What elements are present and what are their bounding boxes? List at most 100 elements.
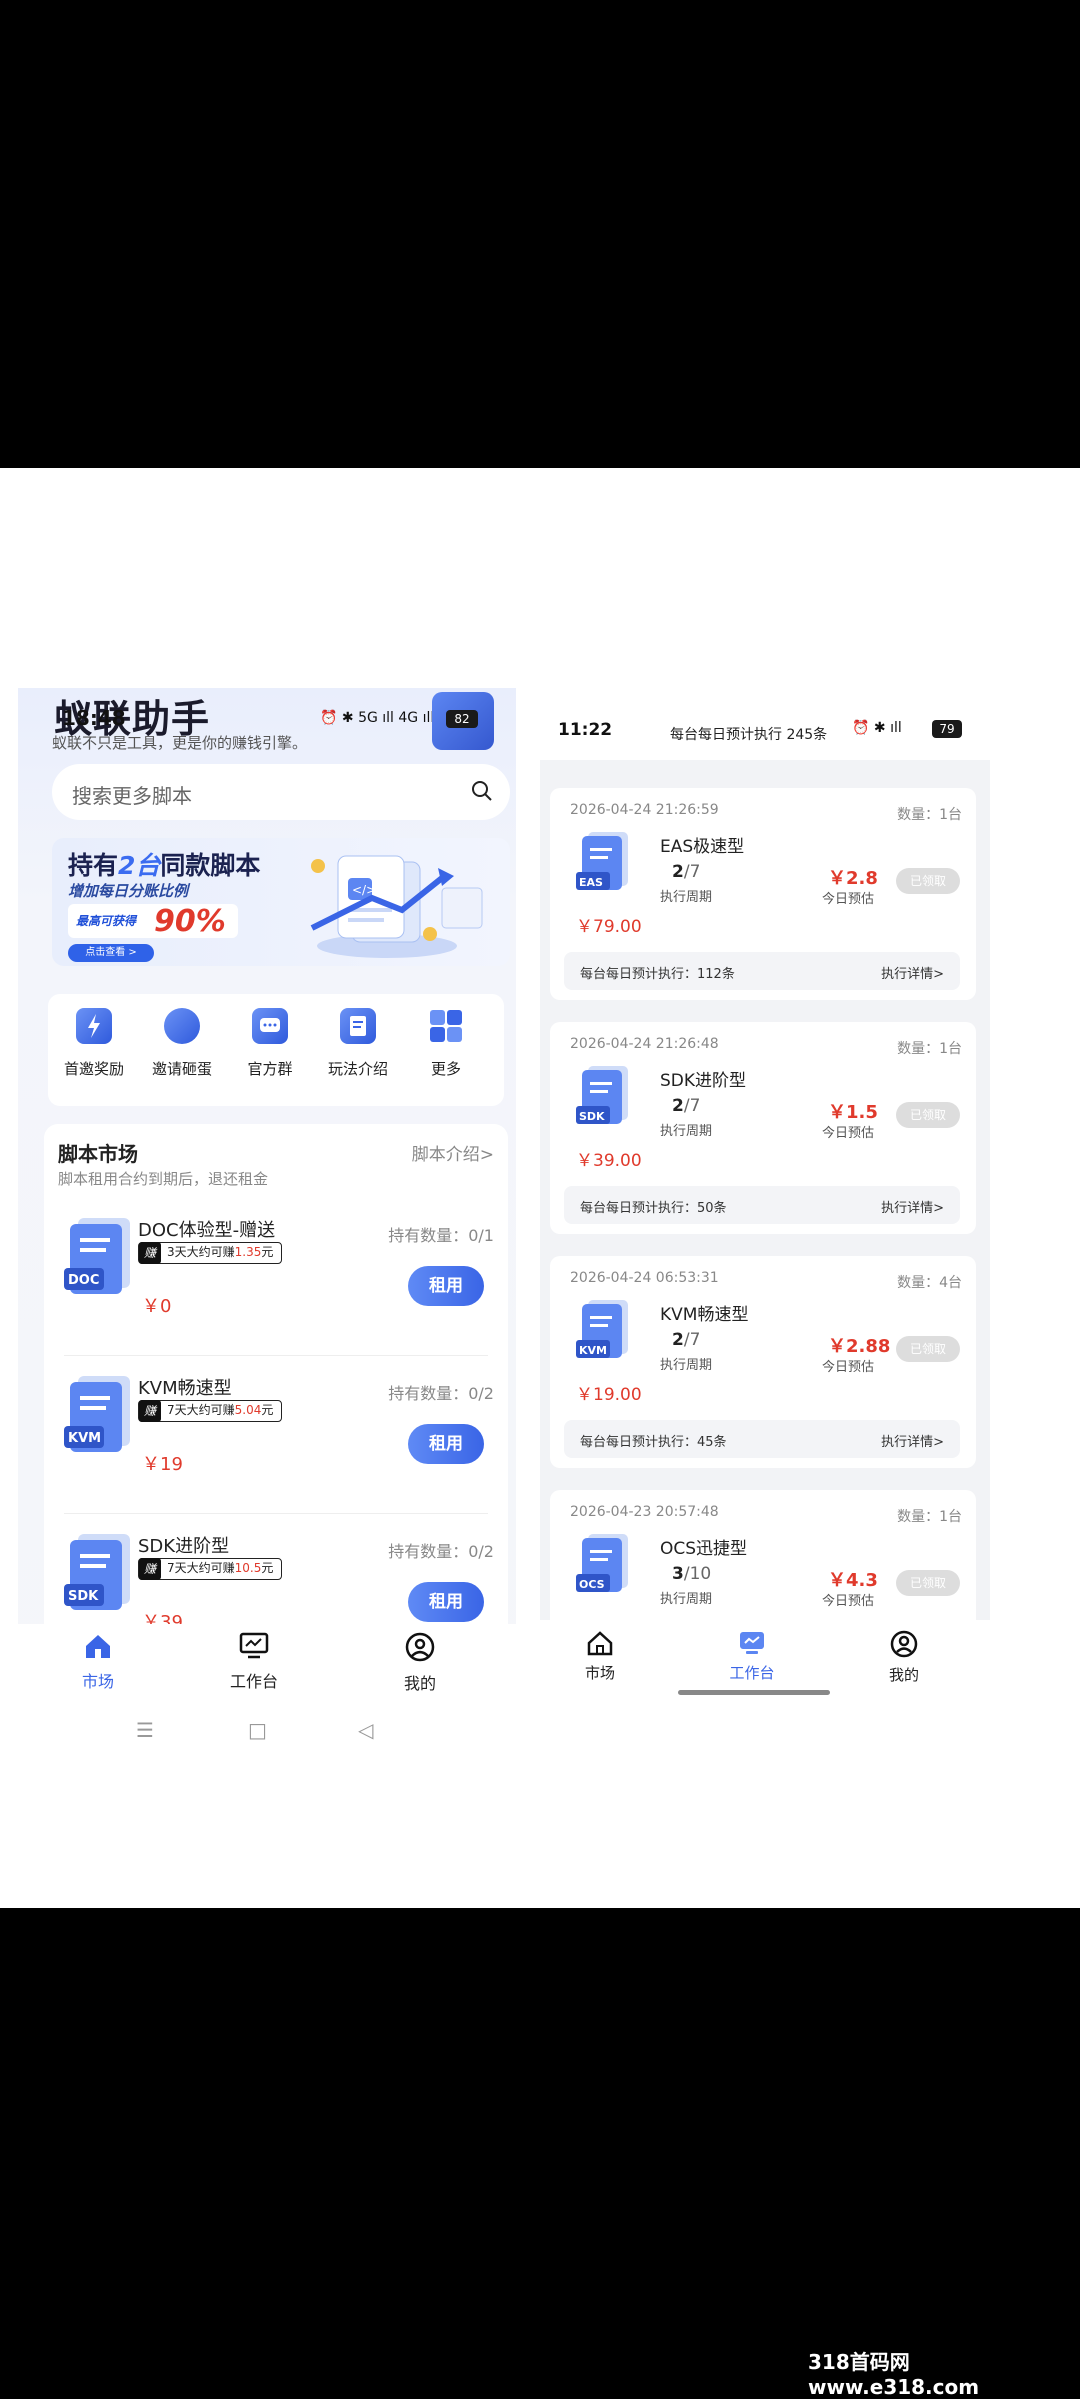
quick-gameplay-intro[interactable]: 玩法介绍: [316, 1008, 400, 1079]
menu-icon[interactable]: ☰: [136, 1718, 154, 1742]
quick-label: 官方群: [247, 1060, 293, 1078]
nav-market[interactable]: 市场: [58, 1632, 138, 1692]
quick-more[interactable]: 更多: [404, 1008, 488, 1079]
task-price: ￥39.00: [576, 1151, 642, 1171]
status-icons: ⏰ ✱ 5G ıll 4G ıll: [320, 710, 435, 726]
sdk-script-icon: SDK: [576, 1066, 628, 1124]
exec-details-link[interactable]: 执行详情>: [881, 963, 944, 982]
product-card: DOC DOC体验型-赠送 赚 3天大约可赚1.35元 ￥0 持有数量：0/1 租…: [44, 1200, 508, 1356]
task-date: 2026-04-24 21:26:48: [570, 1036, 719, 1052]
nav-label: 工作台: [729, 1664, 775, 1682]
nav-label: 市场: [584, 1664, 615, 1682]
nav-label: 工作台: [229, 1672, 278, 1691]
search-input[interactable]: 搜索更多脚本: [72, 780, 192, 809]
quick-first-invite[interactable]: 首邀奖励: [52, 1008, 136, 1079]
task-estimate: ￥2.88: [828, 1336, 891, 1357]
kvm-script-icon: KVM: [576, 1300, 628, 1358]
bottom-black-bar: [0, 1908, 1080, 2376]
exec-details-link[interactable]: 执行详情>: [881, 1431, 944, 1450]
task-quantity: 数量：1台: [897, 1509, 962, 1525]
status-bar: 11:22 每台每日预计执行 245条 ⏰ ✱ ıll 79: [540, 706, 990, 760]
task-price: ￥79.00: [576, 917, 642, 937]
task-name: EAS极速型: [660, 837, 745, 857]
book-icon: [340, 1008, 376, 1044]
back-icon[interactable]: ◁: [358, 1718, 373, 1742]
promo-banner[interactable]: 持有2台同款脚本 增加每日分账比例 最高可获得 90% 点击查看 > </>: [52, 838, 510, 966]
nav-label: 我的: [403, 1674, 436, 1693]
lightning-icon: [76, 1008, 112, 1044]
task-estimate-label: 今日预估: [822, 1360, 875, 1375]
task-price: ￥19.00: [576, 1385, 642, 1405]
home-icon: [86, 1635, 110, 1658]
banner-title: 持有2台同款脚本: [68, 851, 261, 880]
claimed-badge[interactable]: 已领取: [896, 1570, 960, 1596]
nav-label: 市场: [81, 1672, 114, 1691]
monitor-icon: [740, 1632, 764, 1654]
user-icon: [890, 1630, 918, 1658]
earn-estimate: 赚 7天大约可赚5.04元: [138, 1400, 283, 1422]
user-icon: [405, 1632, 435, 1662]
top-black-bar: [0, 0, 1080, 468]
banner-subtitle: 增加每日分账比例: [68, 882, 189, 900]
task-name: SDK进阶型: [660, 1071, 747, 1091]
product-icon-label: SDK: [68, 1589, 99, 1604]
claimed-badge[interactable]: 已领取: [896, 1336, 960, 1362]
earn-tag: 赚: [139, 1242, 161, 1264]
battery-indicator: 82: [446, 710, 478, 728]
home-square-icon[interactable]: □: [248, 1718, 267, 1742]
home-icon: [587, 1631, 613, 1656]
task-footer: 每台每日预计执行：50条 执行详情>: [564, 1186, 960, 1224]
left-phone-screen: 蚁联助手 18:48 ⏰ ✱ 5G ıll 4G ıll 82 蚁联不只是工具，…: [18, 688, 516, 1760]
search-bar[interactable]: 搜索更多脚本: [52, 764, 510, 820]
quick-actions: 首邀奖励 邀请砸蛋 官方群 玩法介绍 更多: [48, 994, 504, 1106]
doc-script-icon: DOC: [64, 1218, 130, 1294]
rent-button[interactable]: 租用: [408, 1266, 484, 1306]
product-name: DOC体验型-赠送: [138, 1220, 276, 1241]
task-date: 2026-04-24 21:26:59: [570, 802, 719, 818]
status-overlap-text: 每台每日预计执行 245条: [670, 727, 828, 743]
battery-indicator: 79: [932, 720, 962, 738]
banner-percent: 90%: [154, 904, 226, 939]
exec-details-link[interactable]: 执行详情>: [881, 1197, 944, 1216]
claimed-badge[interactable]: 已领取: [896, 1102, 960, 1128]
nav-market[interactable]: 市场: [560, 1630, 640, 1683]
task-cycle-label: 执行周期: [660, 890, 713, 905]
egg-icon: [164, 1008, 200, 1044]
task-quantity: 数量：4台: [897, 1275, 962, 1291]
task-estimate-label: 今日预估: [822, 1594, 875, 1609]
quick-official-group[interactable]: 官方群: [228, 1008, 312, 1079]
product-card: KVM KVM畅速型 赚 7天大约可赚5.04元 ￥19 持有数量：0/2 租用: [44, 1358, 508, 1514]
banner-pill-label: 最高可获得: [76, 914, 137, 928]
product-price: ￥19: [142, 1454, 183, 1475]
task-date: 2026-04-24 06:53:31: [570, 1270, 719, 1286]
nav-workbench[interactable]: 工作台: [712, 1630, 792, 1683]
task-quantity: 数量：1台: [897, 1041, 962, 1057]
search-icon[interactable]: [470, 779, 494, 803]
task-estimate: ￥4.3: [828, 1570, 878, 1591]
task-date: 2026-04-23 20:57:48: [570, 1504, 719, 1520]
earn-tag: 赚: [139, 1558, 161, 1580]
nav-workbench[interactable]: 工作台: [214, 1632, 294, 1692]
daily-exec-count: 每台每日预计执行：45条: [580, 1435, 727, 1450]
document-chart-illustration: </>: [310, 855, 483, 958]
product-icon-label: DOC: [68, 1273, 99, 1288]
quick-label: 更多: [430, 1060, 461, 1078]
banner-view-button[interactable]: 点击查看 >: [68, 944, 154, 962]
task-name: OCS迅捷型: [660, 1539, 748, 1559]
quick-egg-smash[interactable]: 邀请砸蛋: [140, 1008, 224, 1079]
rent-button[interactable]: 租用: [408, 1424, 484, 1464]
task-cycle-label: 执行周期: [660, 1124, 713, 1139]
market-subtitle: 脚本租用合约到期后，退还租金: [58, 1170, 269, 1188]
script-intro-link[interactable]: 脚本介绍>: [412, 1140, 494, 1165]
task-icon-label: OCS: [579, 1578, 605, 1591]
quick-label: 邀请砸蛋: [151, 1060, 212, 1078]
home-indicator[interactable]: [678, 1690, 830, 1695]
task-card: 2026-04-24 21:26:59 数量：1台 EAS EAS极速型 2/7…: [550, 788, 976, 1000]
eas-script-icon: EAS: [576, 832, 628, 890]
product-price: ￥0: [142, 1296, 172, 1317]
nav-mine[interactable]: 我的: [864, 1630, 944, 1685]
claimed-badge[interactable]: 已领取: [896, 868, 960, 894]
nav-mine[interactable]: 我的: [380, 1632, 460, 1694]
rent-button[interactable]: 租用: [408, 1582, 484, 1622]
task-estimate: ￥2.8: [828, 868, 878, 889]
